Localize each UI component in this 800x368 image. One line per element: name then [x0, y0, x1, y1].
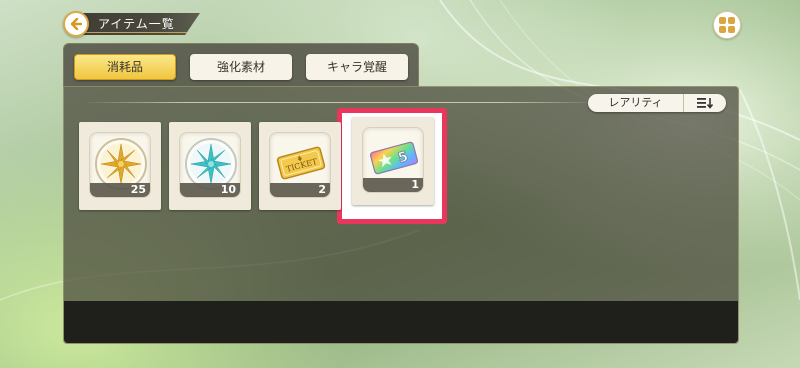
grid-cell-icon [728, 26, 735, 33]
sort-order-button[interactable] [684, 94, 726, 112]
tab-character-awakening[interactable]: キャラ覚醒 [306, 54, 408, 80]
category-tab-bar: 消耗品 強化素材 キャラ覚醒 [63, 43, 419, 87]
item-card-blue-medal[interactable]: 10 [169, 122, 251, 210]
back-button[interactable] [63, 11, 89, 37]
item-quantity: 10 [180, 183, 240, 197]
page-title: アイテム一覧 [76, 13, 200, 35]
back-arrow-icon [70, 17, 83, 31]
item-quantity: 2 [270, 183, 330, 197]
item-card-rainbow-ticket[interactable]: 5 1 [352, 117, 434, 205]
footer-bar [64, 301, 738, 343]
sort-control: レアリティ [588, 94, 726, 112]
sort-rarity-button[interactable]: レアリティ [588, 94, 684, 112]
item-slot: TICKET 2 [269, 132, 331, 198]
item-slot: 10 [179, 132, 241, 198]
grid-cell-icon [719, 26, 726, 33]
tab-consumables[interactable]: 消耗品 [74, 54, 176, 80]
item-card-gold-ticket[interactable]: TICKET 2 [259, 122, 341, 210]
sort-descending-icon [697, 98, 714, 109]
item-quantity: 1 [363, 178, 423, 192]
item-slot: 5 1 [362, 127, 424, 193]
tab-enhancement-materials[interactable]: 強化素材 [190, 54, 292, 80]
item-card-gold-medal[interactable]: 25 [79, 122, 161, 210]
item-quantity: 25 [90, 183, 150, 197]
divider [82, 102, 602, 103]
item-slot: 25 [89, 132, 151, 198]
grid-cell-icon [719, 17, 726, 24]
grid-menu-button[interactable] [713, 11, 741, 39]
grid-cell-icon [728, 17, 735, 24]
